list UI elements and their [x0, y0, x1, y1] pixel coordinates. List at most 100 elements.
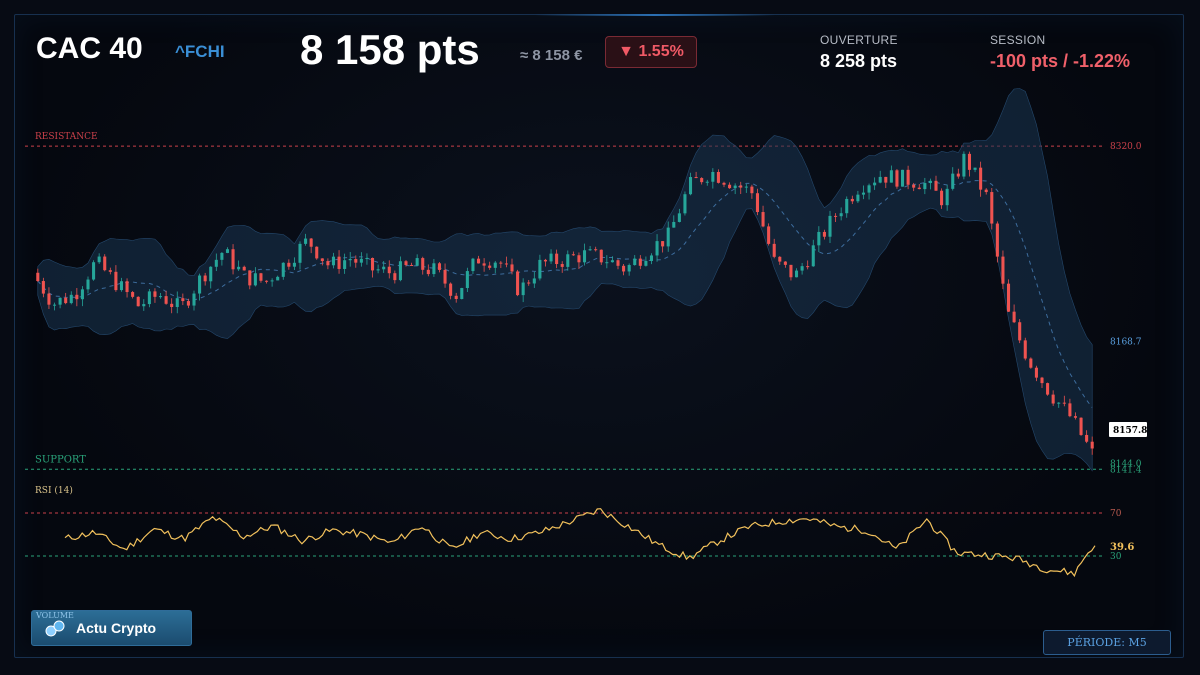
candle — [460, 288, 464, 299]
candle — [1068, 403, 1072, 417]
candle — [158, 296, 163, 298]
candle — [979, 167, 983, 190]
candle — [945, 188, 949, 206]
candle — [415, 258, 419, 266]
candle — [365, 257, 369, 259]
rsi-70-label: 70 — [1110, 509, 1122, 519]
candle — [376, 269, 380, 271]
candle — [1079, 417, 1083, 435]
candle — [783, 261, 787, 265]
candle — [700, 178, 704, 183]
candle — [560, 264, 564, 267]
rsi-last-value: 39.6 — [1110, 542, 1134, 553]
candle — [443, 269, 447, 284]
candle — [543, 259, 548, 262]
candle — [934, 180, 938, 191]
candle — [97, 256, 101, 263]
candle — [845, 198, 849, 214]
candle — [304, 238, 308, 244]
candle — [750, 186, 754, 194]
candle — [348, 259, 352, 261]
candle — [287, 262, 291, 267]
candle — [488, 265, 492, 268]
candle — [588, 249, 592, 251]
candle — [633, 258, 637, 266]
candle — [69, 294, 73, 304]
candle — [839, 213, 843, 217]
candle — [108, 270, 112, 272]
candle — [906, 169, 910, 185]
candle — [644, 260, 648, 266]
candle — [577, 255, 581, 263]
candle — [476, 258, 481, 264]
candle — [354, 259, 358, 263]
candle — [694, 177, 698, 179]
candle — [147, 291, 151, 305]
candle — [136, 296, 140, 307]
candle — [705, 181, 709, 183]
candle — [482, 263, 486, 266]
candle — [655, 241, 659, 256]
candle — [649, 255, 654, 261]
rsi-30-label: 30 — [1110, 552, 1122, 562]
candle — [92, 262, 96, 280]
candle — [912, 184, 916, 188]
candle — [499, 262, 503, 264]
candle — [259, 273, 263, 281]
candle — [75, 294, 79, 300]
candle — [1012, 311, 1016, 323]
candle — [153, 291, 157, 297]
candle — [683, 194, 687, 214]
candle — [638, 258, 642, 266]
candle — [231, 249, 235, 270]
candle — [661, 241, 665, 247]
candle — [923, 183, 927, 190]
candle — [666, 227, 670, 247]
candle — [672, 221, 676, 228]
candle — [956, 173, 960, 177]
candle — [928, 180, 932, 184]
candle — [616, 260, 620, 266]
candle — [582, 250, 587, 263]
period-badge[interactable]: PÉRIODE: M5 — [1043, 630, 1171, 655]
candle — [343, 260, 347, 269]
candle — [761, 212, 765, 227]
candle — [103, 256, 107, 271]
candle — [58, 297, 62, 305]
resistance-value: 8320.0 — [1110, 142, 1142, 152]
candle — [688, 177, 693, 195]
candle — [532, 278, 536, 284]
candle — [125, 281, 129, 293]
resistance-label: RESISTANCE — [35, 132, 98, 142]
candle — [1062, 402, 1066, 404]
volume-label: VOLUME — [36, 611, 74, 620]
candle — [677, 213, 681, 222]
candle — [755, 193, 760, 213]
candle — [711, 171, 715, 182]
candle — [398, 261, 402, 281]
candle — [214, 259, 218, 267]
candle — [873, 182, 877, 186]
candle — [822, 231, 826, 237]
candle — [538, 259, 542, 279]
candle — [493, 262, 497, 268]
candle — [973, 167, 977, 170]
candle — [47, 293, 51, 305]
candle — [426, 269, 430, 275]
candle — [622, 265, 626, 272]
candle — [1051, 394, 1055, 404]
candle — [1090, 441, 1094, 449]
candle — [1029, 358, 1033, 368]
candle — [315, 246, 319, 259]
candle — [811, 245, 815, 267]
candle — [594, 249, 598, 251]
candle — [728, 184, 732, 189]
candle — [114, 271, 118, 291]
candle — [767, 226, 771, 244]
candle — [131, 292, 135, 297]
candle — [722, 182, 726, 185]
actu-crypto-label: Actu Crypto — [76, 620, 157, 636]
candle — [404, 261, 408, 265]
candle — [309, 238, 313, 247]
candle — [990, 192, 994, 224]
